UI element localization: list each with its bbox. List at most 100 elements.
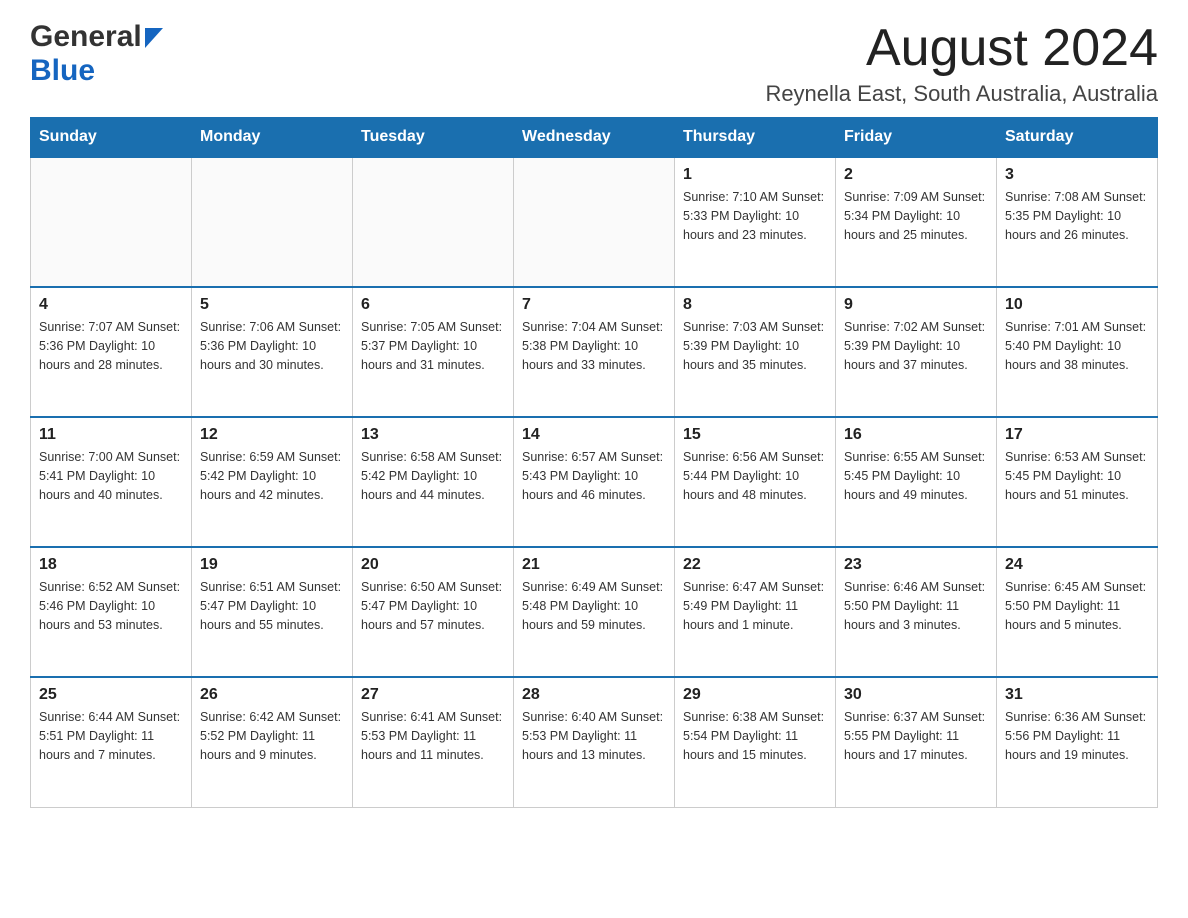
table-row: 12 Sunrise: 6:59 AM Sunset: 5:42 PM Dayli… [192,417,353,547]
table-row: 7 Sunrise: 7:04 AM Sunset: 5:38 PM Daylig… [514,287,675,417]
calendar-week-row: 11 Sunrise: 7:00 AM Sunset: 5:41 PM Dayli… [31,417,1158,547]
table-row: 15 Sunrise: 6:56 AM Sunset: 5:44 PM Dayli… [675,417,836,547]
day-number: 2 [844,166,988,184]
day-info: Sunrise: 7:07 AM Sunset: 5:36 PM Dayligh… [39,318,183,374]
day-info: Sunrise: 6:47 AM Sunset: 5:49 PM Dayligh… [683,578,827,634]
table-row: 26 Sunrise: 6:42 AM Sunset: 5:52 PM Dayli… [192,677,353,807]
logo: General Blue [30,20,163,88]
table-row: 8 Sunrise: 7:03 AM Sunset: 5:39 PM Daylig… [675,287,836,417]
page-header: General Blue August 2024 Reynella East, … [30,20,1158,107]
col-sunday: Sunday [31,118,192,158]
logo-triangle-icon [145,28,163,48]
table-row: 11 Sunrise: 7:00 AM Sunset: 5:41 PM Dayli… [31,417,192,547]
day-info: Sunrise: 7:00 AM Sunset: 5:41 PM Dayligh… [39,448,183,504]
day-number: 3 [1005,166,1149,184]
calendar-table: Sunday Monday Tuesday Wednesday Thursday… [30,117,1158,808]
day-info: Sunrise: 7:09 AM Sunset: 5:34 PM Dayligh… [844,188,988,244]
logo-general: General [30,20,142,54]
day-info: Sunrise: 6:37 AM Sunset: 5:55 PM Dayligh… [844,708,988,764]
table-row: 3 Sunrise: 7:08 AM Sunset: 5:35 PM Daylig… [997,157,1158,287]
day-number: 30 [844,686,988,704]
day-number: 21 [522,556,666,574]
day-number: 7 [522,296,666,314]
day-number: 31 [1005,686,1149,704]
title-block: August 2024 Reynella East, South Austral… [765,20,1158,107]
day-number: 12 [200,426,344,444]
day-number: 27 [361,686,505,704]
table-row [514,157,675,287]
day-info: Sunrise: 6:49 AM Sunset: 5:48 PM Dayligh… [522,578,666,634]
day-info: Sunrise: 6:53 AM Sunset: 5:45 PM Dayligh… [1005,448,1149,504]
day-number: 23 [844,556,988,574]
day-number: 4 [39,296,183,314]
day-number: 22 [683,556,827,574]
day-info: Sunrise: 7:02 AM Sunset: 5:39 PM Dayligh… [844,318,988,374]
day-info: Sunrise: 7:01 AM Sunset: 5:40 PM Dayligh… [1005,318,1149,374]
table-row: 9 Sunrise: 7:02 AM Sunset: 5:39 PM Daylig… [836,287,997,417]
day-number: 11 [39,426,183,444]
day-info: Sunrise: 6:57 AM Sunset: 5:43 PM Dayligh… [522,448,666,504]
calendar-week-row: 4 Sunrise: 7:07 AM Sunset: 5:36 PM Daylig… [31,287,1158,417]
day-info: Sunrise: 7:03 AM Sunset: 5:39 PM Dayligh… [683,318,827,374]
month-title: August 2024 [765,20,1158,77]
day-number: 14 [522,426,666,444]
calendar-week-row: 25Sunrise: 6:44 AM Sunset: 5:51 PM Dayli… [31,677,1158,807]
day-info: Sunrise: 6:58 AM Sunset: 5:42 PM Dayligh… [361,448,505,504]
day-number: 25 [39,686,183,704]
table-row: 18Sunrise: 6:52 AM Sunset: 5:46 PM Dayli… [31,547,192,677]
table-row: 2 Sunrise: 7:09 AM Sunset: 5:34 PM Daylig… [836,157,997,287]
table-row: 24Sunrise: 6:45 AM Sunset: 5:50 PM Dayli… [997,547,1158,677]
day-info: Sunrise: 6:36 AM Sunset: 5:56 PM Dayligh… [1005,708,1149,764]
table-row: 30 Sunrise: 6:37 AM Sunset: 5:55 PM Dayli… [836,677,997,807]
day-number: 9 [844,296,988,314]
table-row: 17Sunrise: 6:53 AM Sunset: 5:45 PM Dayli… [997,417,1158,547]
table-row: 28Sunrise: 6:40 AM Sunset: 5:53 PM Dayli… [514,677,675,807]
day-number: 16 [844,426,988,444]
day-info: Sunrise: 7:05 AM Sunset: 5:37 PM Dayligh… [361,318,505,374]
table-row: 25Sunrise: 6:44 AM Sunset: 5:51 PM Dayli… [31,677,192,807]
table-row: 23 Sunrise: 6:46 AM Sunset: 5:50 PM Dayli… [836,547,997,677]
day-number: 8 [683,296,827,314]
table-row: 31 Sunrise: 6:36 AM Sunset: 5:56 PM Dayli… [997,677,1158,807]
table-row: 29Sunrise: 6:38 AM Sunset: 5:54 PM Dayli… [675,677,836,807]
day-info: Sunrise: 6:40 AM Sunset: 5:53 PM Dayligh… [522,708,666,764]
day-number: 15 [683,426,827,444]
table-row [31,157,192,287]
day-number: 10 [1005,296,1149,314]
day-number: 19 [200,556,344,574]
day-number: 1 [683,166,827,184]
calendar-week-row: 1 Sunrise: 7:10 AM Sunset: 5:33 PM Daylig… [31,157,1158,287]
day-info: Sunrise: 7:08 AM Sunset: 5:35 PM Dayligh… [1005,188,1149,244]
col-monday: Monday [192,118,353,158]
day-info: Sunrise: 6:55 AM Sunset: 5:45 PM Dayligh… [844,448,988,504]
table-row: 20Sunrise: 6:50 AM Sunset: 5:47 PM Dayli… [353,547,514,677]
calendar-header-row: Sunday Monday Tuesday Wednesday Thursday… [31,118,1158,158]
col-friday: Friday [836,118,997,158]
table-row: 22 Sunrise: 6:47 AM Sunset: 5:49 PM Dayli… [675,547,836,677]
location-title: Reynella East, South Australia, Australi… [765,81,1158,107]
day-number: 13 [361,426,505,444]
day-info: Sunrise: 7:10 AM Sunset: 5:33 PM Dayligh… [683,188,827,244]
table-row: 4 Sunrise: 7:07 AM Sunset: 5:36 PM Daylig… [31,287,192,417]
table-row: 1 Sunrise: 7:10 AM Sunset: 5:33 PM Daylig… [675,157,836,287]
table-row [353,157,514,287]
table-row: 21 Sunrise: 6:49 AM Sunset: 5:48 PM Dayli… [514,547,675,677]
day-number: 26 [200,686,344,704]
day-info: Sunrise: 6:56 AM Sunset: 5:44 PM Dayligh… [683,448,827,504]
table-row: 27Sunrise: 6:41 AM Sunset: 5:53 PM Dayli… [353,677,514,807]
table-row: 19Sunrise: 6:51 AM Sunset: 5:47 PM Dayli… [192,547,353,677]
col-saturday: Saturday [997,118,1158,158]
day-info: Sunrise: 6:38 AM Sunset: 5:54 PM Dayligh… [683,708,827,764]
logo-blue: Blue [30,54,95,87]
calendar-week-row: 18Sunrise: 6:52 AM Sunset: 5:46 PM Dayli… [31,547,1158,677]
day-number: 18 [39,556,183,574]
day-number: 6 [361,296,505,314]
table-row: 10 Sunrise: 7:01 AM Sunset: 5:40 PM Dayli… [997,287,1158,417]
day-info: Sunrise: 6:42 AM Sunset: 5:52 PM Dayligh… [200,708,344,764]
day-info: Sunrise: 7:06 AM Sunset: 5:36 PM Dayligh… [200,318,344,374]
day-info: Sunrise: 6:59 AM Sunset: 5:42 PM Dayligh… [200,448,344,504]
table-row: 5Sunrise: 7:06 AM Sunset: 5:36 PM Daylig… [192,287,353,417]
col-thursday: Thursday [675,118,836,158]
day-info: Sunrise: 7:04 AM Sunset: 5:38 PM Dayligh… [522,318,666,374]
day-info: Sunrise: 6:46 AM Sunset: 5:50 PM Dayligh… [844,578,988,634]
